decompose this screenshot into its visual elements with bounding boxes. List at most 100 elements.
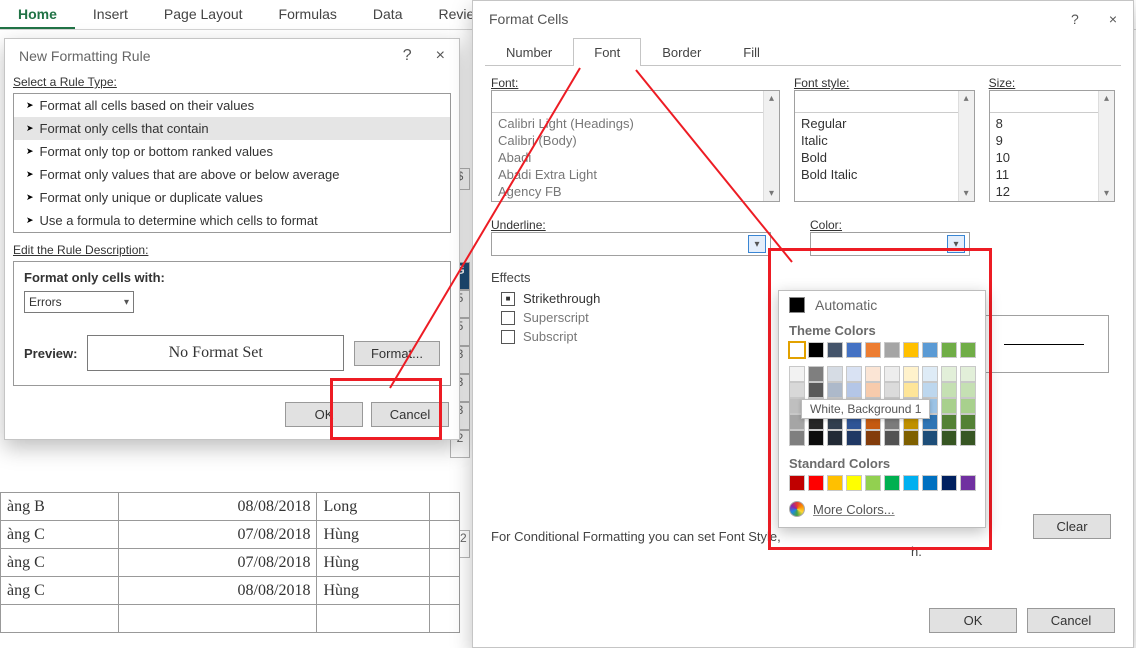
color-swatch[interactable] <box>865 430 881 446</box>
ribbon-tab-page-layout[interactable]: Page Layout <box>146 0 261 29</box>
color-swatch[interactable] <box>846 382 862 398</box>
size-listbox[interactable]: 8 9 10 11 12 14 ▴▾ <box>989 90 1115 202</box>
color-swatch[interactable] <box>808 342 824 358</box>
size-option[interactable]: 12 <box>990 183 1114 200</box>
color-swatch[interactable] <box>884 475 900 491</box>
color-swatch[interactable] <box>941 398 957 414</box>
format-button[interactable]: Format... <box>354 341 440 366</box>
color-swatch[interactable] <box>808 430 824 446</box>
automatic-color-option[interactable]: Automatic <box>779 291 985 319</box>
size-option[interactable]: 14 <box>990 200 1114 202</box>
color-swatch[interactable] <box>846 430 862 446</box>
color-swatch[interactable] <box>884 430 900 446</box>
font-option[interactable]: Abadi Extra Light <box>492 166 779 183</box>
color-swatch[interactable] <box>808 366 824 382</box>
color-swatch[interactable] <box>903 430 919 446</box>
color-swatch[interactable] <box>846 366 862 382</box>
font-style-option[interactable]: Bold Italic <box>795 166 974 183</box>
color-swatch[interactable] <box>903 475 919 491</box>
color-swatch[interactable] <box>922 475 938 491</box>
font-option[interactable]: Aldhabi <box>492 200 779 202</box>
color-swatch[interactable] <box>865 475 881 491</box>
close-icon[interactable]: × <box>1109 11 1117 27</box>
font-input[interactable] <box>492 91 779 113</box>
scrollbar[interactable]: ▴▾ <box>958 91 974 201</box>
font-option[interactable]: Calibri Light (Headings) <box>492 115 779 132</box>
color-swatch[interactable] <box>827 342 843 358</box>
color-dropdown[interactable]: ▾ <box>810 232 970 256</box>
color-swatch[interactable] <box>903 366 919 382</box>
color-swatch[interactable] <box>941 382 957 398</box>
help-icon[interactable]: ? <box>403 47 412 65</box>
color-swatch[interactable] <box>789 475 805 491</box>
color-swatch[interactable] <box>960 430 976 446</box>
cancel-button[interactable]: Cancel <box>1027 608 1115 633</box>
font-style-option[interactable]: Regular <box>795 115 974 132</box>
color-swatch[interactable] <box>960 414 976 430</box>
color-swatch[interactable] <box>941 475 957 491</box>
rule-type-list[interactable]: Format all cells based on their values F… <box>13 93 451 233</box>
color-swatch[interactable] <box>865 366 881 382</box>
color-swatch[interactable] <box>865 382 881 398</box>
subscript-checkbox[interactable]: Subscript <box>501 329 796 344</box>
size-option[interactable]: 9 <box>990 132 1114 149</box>
color-swatch[interactable] <box>789 342 805 358</box>
tab-fill[interactable]: Fill <box>722 38 781 66</box>
clear-button[interactable]: Clear <box>1033 514 1111 539</box>
color-swatch[interactable] <box>941 366 957 382</box>
color-swatch[interactable] <box>941 342 957 358</box>
cancel-button[interactable]: Cancel <box>371 402 449 427</box>
color-swatch[interactable] <box>960 366 976 382</box>
color-swatch[interactable] <box>827 475 843 491</box>
color-swatch[interactable] <box>960 475 976 491</box>
scrollbar[interactable]: ▴▾ <box>763 91 779 201</box>
color-swatch[interactable] <box>884 382 900 398</box>
color-swatch[interactable] <box>941 414 957 430</box>
tab-font[interactable]: Font <box>573 38 641 66</box>
color-swatch[interactable] <box>960 382 976 398</box>
color-swatch[interactable] <box>960 342 976 358</box>
font-listbox[interactable]: Calibri Light (Headings) Calibri (Body) … <box>491 90 780 202</box>
color-swatch[interactable] <box>846 342 862 358</box>
color-swatch[interactable] <box>884 366 900 382</box>
color-swatch[interactable] <box>903 342 919 358</box>
color-swatch[interactable] <box>941 430 957 446</box>
superscript-checkbox[interactable]: Superscript <box>501 310 796 325</box>
color-swatch[interactable] <box>922 366 938 382</box>
ribbon-tab-insert[interactable]: Insert <box>75 0 146 29</box>
font-option[interactable]: Calibri (Body) <box>492 132 779 149</box>
color-swatch[interactable] <box>789 382 805 398</box>
strikethrough-checkbox[interactable]: Strikethrough <box>501 291 796 306</box>
color-swatch[interactable] <box>922 430 938 446</box>
help-icon[interactable]: ? <box>1071 11 1079 27</box>
size-option[interactable]: 11 <box>990 166 1114 183</box>
color-swatch[interactable] <box>903 382 919 398</box>
color-swatch[interactable] <box>960 398 976 414</box>
scrollbar[interactable]: ▴▾ <box>1098 91 1114 201</box>
rule-type-item[interactable]: Format only unique or duplicate values <box>14 186 450 209</box>
color-swatch[interactable] <box>789 430 805 446</box>
size-option[interactable]: 8 <box>990 115 1114 132</box>
ribbon-tab-home[interactable]: Home <box>0 0 75 29</box>
font-style-option[interactable]: Bold <box>795 149 974 166</box>
rule-type-item[interactable]: Format only top or bottom ranked values <box>14 140 450 163</box>
rule-type-item[interactable]: Format all cells based on their values <box>14 94 450 117</box>
ribbon-tab-data[interactable]: Data <box>355 0 421 29</box>
worksheet-table[interactable]: àng B08/08/2018Long àng C07/08/2018Hùng … <box>0 492 460 633</box>
size-option[interactable]: 10 <box>990 149 1114 166</box>
font-style-option[interactable]: Italic <box>795 132 974 149</box>
rule-type-item[interactable]: Format only cells that contain <box>14 117 450 140</box>
more-colors-option[interactable]: More Colors... <box>779 497 985 521</box>
font-style-input[interactable] <box>795 91 974 113</box>
color-swatch[interactable] <box>922 382 938 398</box>
color-swatch[interactable] <box>922 342 938 358</box>
color-swatch[interactable] <box>827 382 843 398</box>
color-swatch[interactable] <box>827 366 843 382</box>
font-option[interactable]: Abadi <box>492 149 779 166</box>
font-style-listbox[interactable]: Regular Italic Bold Bold Italic ▴▾ <box>794 90 975 202</box>
tab-number[interactable]: Number <box>485 38 573 66</box>
color-swatch[interactable] <box>827 430 843 446</box>
font-option[interactable]: Agency FB <box>492 183 779 200</box>
rule-type-item[interactable]: Format only values that are above or bel… <box>14 163 450 186</box>
color-swatch[interactable] <box>846 475 862 491</box>
